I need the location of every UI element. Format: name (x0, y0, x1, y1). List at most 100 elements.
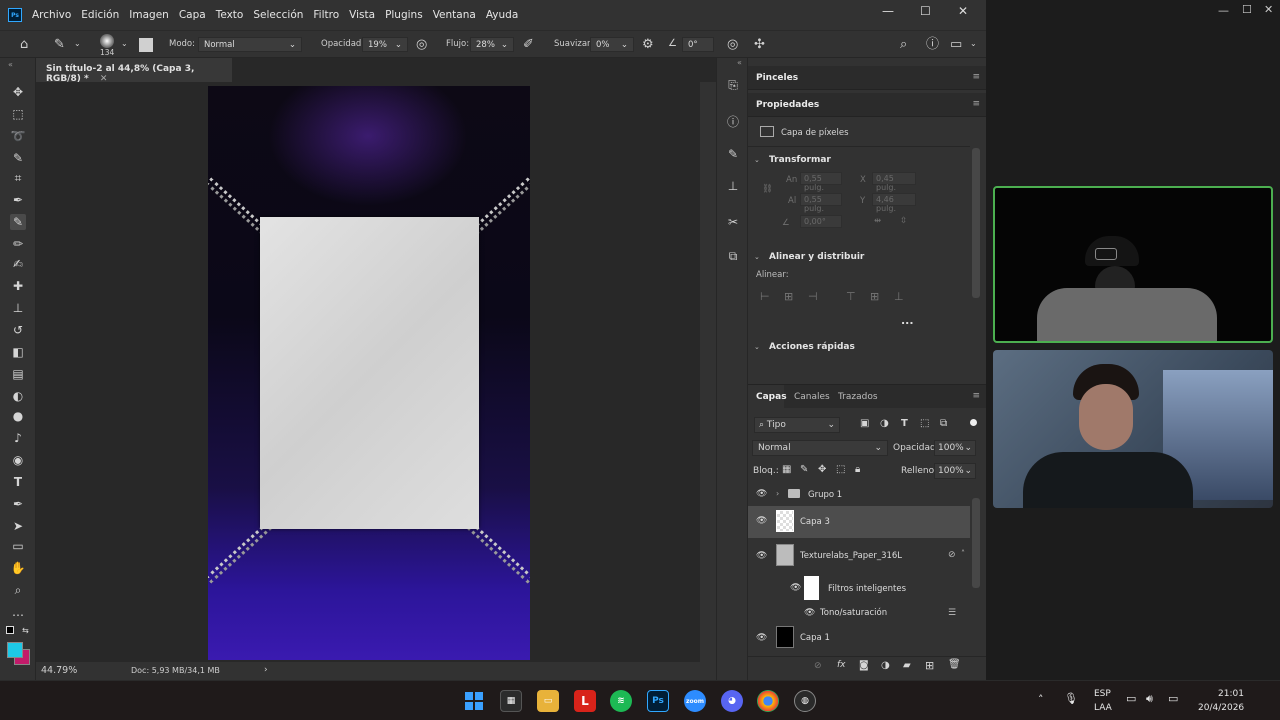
add-mask-icon[interactable]: ◙ (859, 660, 869, 671)
language-top[interactable]: ESP (1094, 689, 1111, 699)
chevron-down-icon[interactable]: ⌄ (754, 343, 760, 351)
stamp-tool-icon[interactable]: ⊥ (10, 300, 26, 316)
visibility-eye-icon[interactable]: 👁︎ (756, 633, 767, 643)
filter-smart-icon[interactable]: ⧉ (940, 418, 947, 429)
filter-adjustment-icon[interactable]: ◑ (880, 418, 889, 429)
brush-preset-icon[interactable] (100, 34, 114, 48)
tab-layers[interactable]: Capas (756, 392, 787, 402)
display-icon[interactable]: ▭ (1126, 692, 1136, 705)
lock-pixels-icon[interactable]: ✎ (800, 464, 808, 475)
minimize-icon[interactable]: — (882, 4, 894, 18)
lock-position-icon[interactable]: ✥ (818, 464, 826, 475)
link-icon[interactable]: ⛓ (762, 184, 773, 194)
fill-input[interactable]: 100% ⌄ (934, 463, 976, 479)
symmetry-icon[interactable]: ✣ (754, 38, 765, 51)
lasso-tool-icon[interactable]: ➰ (10, 128, 26, 144)
move-tool-icon[interactable]: ✥ (10, 84, 26, 100)
layer-opacity-input[interactable]: 100% ⌄ (934, 440, 976, 456)
menu-texto[interactable]: Texto (216, 9, 244, 21)
chrome-icon[interactable] (757, 690, 779, 712)
drop-tool-icon[interactable]: ● (10, 408, 26, 424)
blend-mode-select[interactable]: Normal ⌄ (752, 440, 888, 456)
new-layer-icon[interactable]: ⊞ (925, 659, 934, 672)
menu-ayuda[interactable]: Ayuda (486, 9, 518, 21)
minimize-icon[interactable]: — (1218, 4, 1229, 17)
zoom-level[interactable]: 44.79% (41, 665, 77, 676)
transform-section-title[interactable]: Transformar (769, 155, 831, 165)
lamp-app-icon[interactable]: L (574, 690, 596, 712)
visibility-eye-icon[interactable]: 👁︎ (790, 583, 801, 593)
angle-input[interactable]: 0,00° (800, 215, 842, 228)
dodge-tool-icon[interactable]: ♪ (10, 430, 26, 446)
language-bottom[interactable]: LAA (1094, 703, 1112, 713)
layer-row-selected[interactable]: 👁︎ Capa 3 (748, 506, 970, 538)
panel-menu-icon[interactable]: ≡ (972, 72, 980, 82)
chevron-down-icon[interactable]: ⌄ (74, 40, 81, 48)
menu-ventana[interactable]: Ventana (433, 9, 476, 21)
more-options-button[interactable]: ... (901, 314, 914, 327)
visibility-eye-icon[interactable]: 👁︎ (804, 608, 815, 618)
layer-row[interactable]: 👁︎ Filtros inteligentes (748, 574, 970, 600)
width-input[interactable]: 0,55 pulg. (800, 172, 842, 192)
document-canvas[interactable] (208, 86, 530, 660)
lock-all-icon[interactable]: 🔒︎ (855, 464, 860, 475)
align-left-icon[interactable]: ⊢ (760, 290, 772, 303)
chevron-down-icon[interactable]: ⌄ (970, 40, 977, 48)
lock-transparent-icon[interactable]: ▦ (782, 464, 791, 475)
filter-options-icon[interactable]: ☰ (948, 608, 956, 618)
tab-paths[interactable]: Trazados (838, 392, 878, 402)
filter-pixel-icon[interactable]: ▣ (860, 418, 869, 429)
battery-icon[interactable]: ▭ (1168, 692, 1178, 705)
maximize-icon[interactable]: ☐ (1242, 3, 1252, 16)
history-brush-icon[interactable]: ↺ (10, 322, 26, 338)
y-input[interactable]: 4,46 pulg. (872, 193, 916, 213)
hand-tool-icon[interactable]: ✋ (10, 560, 26, 576)
fx-icon[interactable]: fx (837, 660, 846, 670)
align-hcenter-icon[interactable]: ⊞ (784, 290, 796, 303)
chevron-right-icon[interactable]: › (264, 665, 268, 675)
workspace-icon[interactable]: ▭ (950, 38, 962, 51)
collapse-icon[interactable]: « (737, 58, 742, 67)
opacity-input[interactable]: 19% ⌄ (362, 37, 408, 52)
align-bottom-icon[interactable]: ⊥ (894, 290, 906, 303)
microphone-icon[interactable]: 🎙︎ (1064, 692, 1078, 705)
menu-imagen[interactable]: Imagen (129, 9, 169, 21)
visibility-eye-icon[interactable]: 👁︎ (756, 516, 767, 526)
close-icon[interactable]: ✕ (958, 4, 968, 18)
speaker-icon[interactable]: 🔊︎ (1146, 692, 1153, 706)
visibility-eye-icon[interactable]: 👁︎ (756, 489, 767, 499)
home-icon[interactable]: ⌂ (20, 38, 28, 51)
flow-input[interactable]: 28% ⌄ (470, 37, 514, 52)
search-icon[interactable]: ⌕ (900, 38, 907, 51)
link-layers-icon[interactable]: ⊘ (814, 661, 822, 671)
foreground-color-swatch[interactable] (7, 642, 23, 658)
brush-tool-active-icon[interactable]: ✎ (10, 214, 26, 230)
chevron-down-icon[interactable]: ⌄ (754, 156, 760, 164)
spotify-icon[interactable]: ≋ (610, 690, 632, 712)
brush-settings-panel-icon[interactable]: ✎ (725, 147, 741, 163)
panel-menu-icon[interactable]: ≡ (972, 99, 980, 109)
pressure-opacity-icon[interactable]: ◎ (416, 38, 427, 51)
document-tab[interactable]: Sin título-2 al 44,8% (Capa 3, RGB/8) * … (36, 58, 232, 84)
quick-actions-title[interactable]: Acciones rápidas (769, 342, 855, 352)
airbrush-icon[interactable]: ✐ (523, 38, 534, 51)
path-selection-icon[interactable]: ➤ (10, 518, 26, 534)
align-vcenter-icon[interactable]: ⊞ (870, 290, 882, 303)
filter-shape-icon[interactable]: ⬚ (920, 418, 929, 429)
menu-edicion[interactable]: Edición (81, 9, 119, 21)
info-panel-icon[interactable]: ⓘ (725, 113, 741, 129)
pencil-tool-icon[interactable]: ✏ (10, 236, 26, 252)
filter-type-icon[interactable]: T (901, 418, 908, 429)
clone-source-icon[interactable]: ⊥ (725, 179, 741, 195)
zoom-icon[interactable]: zoom (684, 690, 706, 712)
quick-selection-icon[interactable]: ✎ (10, 150, 26, 166)
height-input[interactable]: 0,55 pulg. (800, 193, 842, 213)
angle-input[interactable]: 0° (682, 37, 714, 52)
swap-colors-icon[interactable]: ⇆ (22, 626, 29, 635)
brush-tool-icon[interactable]: ✎ (54, 38, 65, 51)
adjustment-layer-icon[interactable]: ◑ (881, 660, 890, 671)
menu-filtro[interactable]: Filtro (313, 9, 339, 21)
lock-artboard-icon[interactable]: ⬚ (836, 464, 845, 475)
menu-archivo[interactable]: Archivo (32, 9, 71, 21)
close-icon[interactable]: ✕ (1264, 3, 1273, 16)
